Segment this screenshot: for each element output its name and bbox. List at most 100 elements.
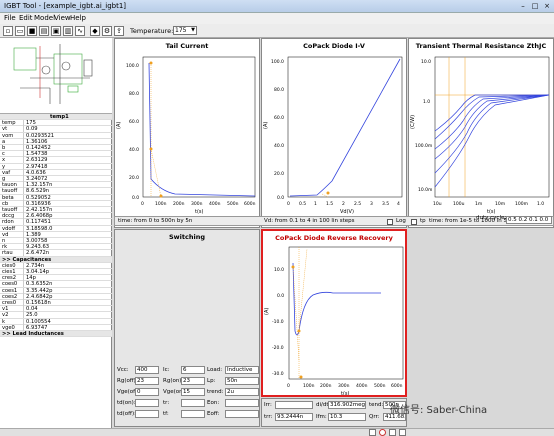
switching-field-input[interactable] <box>225 399 259 407</box>
fit-icon[interactable]: ▣ <box>51 26 61 36</box>
close-icon[interactable]: × <box>542 2 552 10</box>
switching-field-label: tf: <box>163 411 169 417</box>
switching-field-input[interactable]: 23 <box>181 377 205 385</box>
param-name: n <box>2 238 24 244</box>
switching-field-input[interactable] <box>135 410 159 418</box>
thermal-curves <box>434 94 550 188</box>
param-value: 14p <box>26 275 36 282</box>
empty-area <box>408 229 554 428</box>
grid-icon[interactable] <box>399 429 406 436</box>
param-value: 2.4.6842p <box>26 293 53 300</box>
menu-model[interactable]: Model <box>34 14 55 22</box>
param-name: rk <box>2 244 24 251</box>
menu-view[interactable]: View <box>54 14 71 22</box>
rr-ylabel: (A) <box>264 308 270 315</box>
chart-icon[interactable]: ▥ <box>63 26 73 36</box>
tail-marker <box>149 61 153 65</box>
thermal-xtick: 100m <box>515 201 528 207</box>
thermal-yticks: 10.0 1.0 100.0m 10.0m <box>415 59 432 193</box>
trr-field[interactable]: 93.2444n <box>275 413 313 421</box>
switching-panel: Switching Vcc: 400 Ic: 6 Load: Inductive Rg(of… <box>114 229 260 427</box>
switching-field-input[interactable]: 50n <box>225 377 259 385</box>
param-value: 1.389 <box>26 231 41 238</box>
export-icon[interactable]: ⇪ <box>114 26 124 36</box>
switching-field-label: tr: <box>163 400 170 406</box>
inductance-section[interactable]: >> Lead Inductances <box>0 331 112 338</box>
param-name: y <box>2 163 24 170</box>
param-value: 2.734n <box>26 262 45 269</box>
param-name: rtau <box>2 250 24 257</box>
irr-field[interactable] <box>275 401 313 409</box>
param-name: a <box>2 138 24 145</box>
menu-help[interactable]: Help <box>70 14 86 22</box>
rr-xtick: 100n <box>303 383 315 389</box>
open-icon[interactable]: ▭ <box>15 26 25 36</box>
tail-xtick: 200n <box>173 201 185 207</box>
param-value: 8.6.529n <box>26 188 50 195</box>
param-value: 6.93747 <box>26 324 48 331</box>
switching-field-input[interactable]: 23 <box>135 377 159 385</box>
log-checkbox[interactable] <box>387 218 393 225</box>
duty-cycle-label: duty cycle: <box>476 215 507 221</box>
switching-field-input[interactable] <box>135 399 159 407</box>
param-value: 3.04.14p <box>26 269 50 275</box>
switching-field-input[interactable]: 0 <box>135 388 159 396</box>
tail-ytick: 20.0 <box>129 175 139 181</box>
tail-marker <box>159 194 163 198</box>
switching-field-label: Eoff: <box>207 411 220 417</box>
curve-icon[interactable]: ∿ <box>75 26 85 36</box>
menu-file[interactable]: File <box>4 14 16 22</box>
switching-field-input[interactable] <box>181 399 205 407</box>
param-value: 1.36106 <box>26 138 48 145</box>
stop-icon[interactable] <box>379 429 386 436</box>
switching-field-input[interactable]: Inductive <box>225 366 259 374</box>
save-icon[interactable]: ■ <box>27 26 37 36</box>
thermal-ytick: 1.0 <box>423 99 430 105</box>
switching-field-input[interactable]: 400 <box>135 366 159 374</box>
param-name: coes0 <box>2 281 24 288</box>
switching-field-input[interactable]: 15 <box>181 388 205 396</box>
param-value: 2.63129 <box>26 157 48 164</box>
param-name: tauoff <box>2 207 24 213</box>
switching-field-input[interactable] <box>181 410 205 418</box>
diode-xtick: 3.5 <box>382 201 389 207</box>
tail-current-chart: (A) 100.0 80.0 60.0 40.0 20.0 0.0 0 100n… <box>116 56 256 215</box>
param-name: beta <box>2 194 24 201</box>
reverse-recovery-chart: (A) 10.0 0.0 -10.0 -20.0 -30.0 0 100n 20… <box>264 246 404 395</box>
rr-ytick: -20.0 <box>272 345 284 351</box>
tail-xticks: 0 100n 200n 300n 400n 500n 600n <box>141 201 256 207</box>
diode-iv-chart: (A) 100.0 80.0 60.0 40.0 20.0 0.0 0 0.5 … <box>263 56 403 215</box>
switching-field-input[interactable]: 6 <box>181 366 205 374</box>
switching-field-input[interactable] <box>225 410 259 418</box>
param-name: b <box>2 145 24 151</box>
menu-edit[interactable]: Edit <box>19 14 33 22</box>
rr-ytick: -10.0 <box>272 319 284 325</box>
left-panel: temp1 temp 175 vt 0.09 vom 0.0293521 a 1.36106 b 0… <box>0 38 112 430</box>
param-value: 2.42.157n <box>26 207 53 213</box>
model-icon[interactable]: ◆ <box>90 26 100 36</box>
tp-checkbox[interactable] <box>411 218 417 225</box>
tail-marker <box>149 147 153 151</box>
switching-field-label: Lp: <box>207 378 216 384</box>
new-icon[interactable]: ▫ <box>3 26 13 36</box>
switching-fields: Vcc: 400 Ic: 6 Load: Inductive Rg(off): 23 Rg(on… <box>115 366 259 426</box>
minimize-icon[interactable]: – <box>518 2 528 10</box>
rr-ytick: 10.0 <box>274 267 284 273</box>
param-name: vt <box>2 126 24 133</box>
print-icon[interactable]: ▤ <box>39 26 49 36</box>
maximize-icon[interactable]: □ <box>530 2 540 10</box>
param-name: vd <box>2 231 24 238</box>
temperature-select[interactable]: 175 ▼ <box>173 26 197 35</box>
tail-current-panel: Tail Current (A) 100.0 80.0 60.0 40.0 20… <box>114 38 260 228</box>
diode-xtick: 2 <box>342 201 345 207</box>
duty-cycle-input[interactable]: 0.5 0.2 0.1 0.0 <box>506 216 552 224</box>
nav-first-icon[interactable] <box>369 429 376 436</box>
ifm-field[interactable]: 10.3 <box>328 413 366 421</box>
didt-field[interactable]: 316.902meg <box>328 401 366 409</box>
param-value: 0.09 <box>26 126 38 133</box>
watermark-text: 微信号: Saber-China <box>390 405 488 416</box>
diode-iv-curve <box>289 58 401 197</box>
settings-icon[interactable]: ⚙ <box>102 26 112 36</box>
switching-field-input[interactable]: 2u <box>225 388 259 396</box>
zoom-icon[interactable] <box>389 429 396 436</box>
